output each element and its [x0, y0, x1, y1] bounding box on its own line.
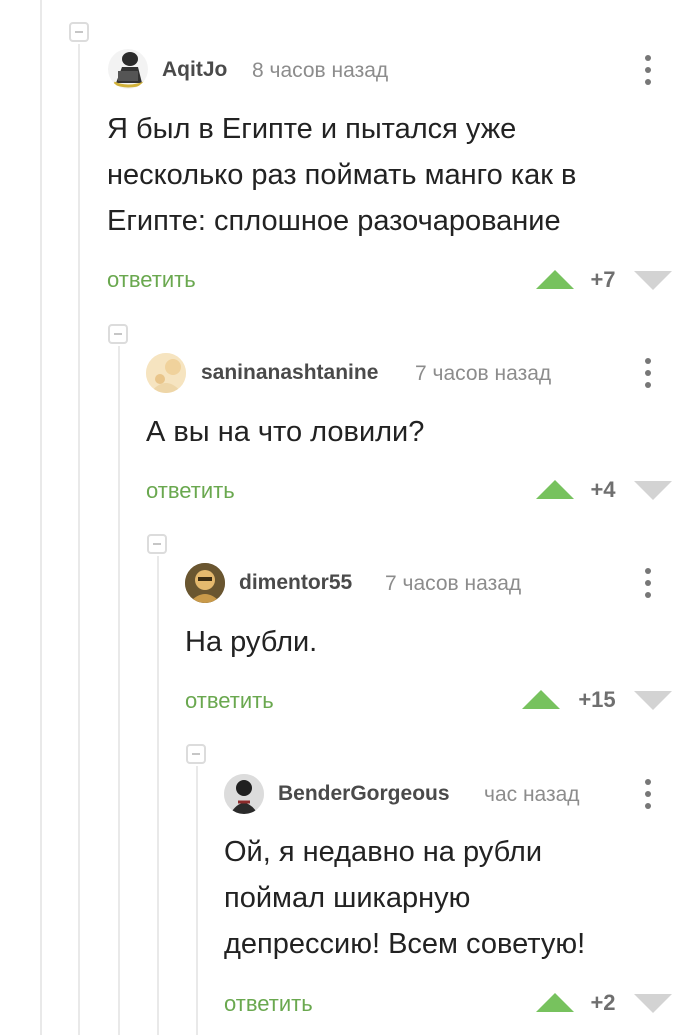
- collapse-thread-button[interactable]: [147, 534, 167, 554]
- collapse-thread-button[interactable]: [186, 744, 206, 764]
- comment-time: 8 часов назад: [252, 59, 389, 82]
- comment-text-line: Египте: сплошное разочарование: [107, 205, 561, 237]
- comment-text-line: Ой, я недавно на рубли: [224, 836, 543, 868]
- comment-time: 7 часов назад: [385, 572, 522, 595]
- downvote-icon[interactable]: [634, 481, 672, 500]
- avatar[interactable]: [224, 774, 264, 814]
- avatar[interactable]: [185, 563, 225, 603]
- reply-button[interactable]: ответить: [224, 991, 313, 1017]
- comment-text: А вы на что ловили?: [146, 409, 424, 455]
- comment-text: Ой, я недавно на рубли поймал шикарную д…: [224, 829, 585, 967]
- upvote-icon[interactable]: [536, 480, 574, 499]
- more-options-icon[interactable]: [642, 54, 654, 86]
- collapse-thread-button[interactable]: [108, 324, 128, 344]
- avatar-image: [224, 774, 264, 814]
- comment-score: +7: [590, 267, 616, 292]
- avatar-image: [146, 353, 186, 393]
- thread-line: [196, 766, 198, 1035]
- thread-line: [40, 0, 42, 1035]
- more-options-icon[interactable]: [642, 778, 654, 810]
- comment-score: +15: [578, 687, 616, 712]
- thread-line: [78, 44, 80, 1035]
- comment-text: На рубли.: [185, 619, 317, 665]
- avatar-image: [113, 52, 145, 88]
- more-options-icon[interactable]: [642, 357, 654, 389]
- downvote-icon[interactable]: [634, 994, 672, 1013]
- comment-author[interactable]: dimentor55: [239, 571, 352, 595]
- more-options-icon[interactable]: [642, 567, 654, 599]
- comment-author[interactable]: AqitJo: [162, 58, 227, 82]
- comment-score: +2: [590, 990, 616, 1015]
- comment-text-line: поймал шикарную: [224, 882, 471, 914]
- comment-time: час назад: [484, 783, 580, 806]
- upvote-icon[interactable]: [522, 690, 560, 709]
- comment-text-line: Я был в Египте и пытался уже: [107, 113, 517, 145]
- avatar[interactable]: [108, 49, 148, 89]
- upvote-icon[interactable]: [536, 270, 574, 289]
- thread-line: [157, 556, 159, 1035]
- comment-text-line: депрессию! Всем советую!: [224, 928, 586, 960]
- comment-author[interactable]: BenderGorgeous: [278, 782, 450, 806]
- comment-author[interactable]: saninanashtanine: [201, 361, 378, 385]
- avatar-image: [185, 563, 225, 603]
- comment-text: Я был в Египте и пытался уже несколько р…: [107, 106, 576, 244]
- downvote-icon[interactable]: [634, 271, 672, 290]
- comment-text-line: На рубли.: [185, 626, 318, 658]
- thread-line: [118, 346, 120, 1035]
- downvote-icon[interactable]: [634, 691, 672, 710]
- comment-score: +4: [590, 477, 616, 502]
- comment-text-line: несколько раз поймать манго как в: [107, 159, 577, 191]
- comment-text-line: А вы на что ловили?: [146, 416, 425, 448]
- avatar[interactable]: [146, 353, 186, 393]
- reply-button[interactable]: ответить: [146, 478, 235, 504]
- reply-button[interactable]: ответить: [185, 688, 274, 714]
- upvote-icon[interactable]: [536, 993, 574, 1012]
- reply-button[interactable]: ответить: [107, 267, 196, 293]
- collapse-thread-button[interactable]: [69, 22, 89, 42]
- comment-time: 7 часов назад: [415, 362, 552, 385]
